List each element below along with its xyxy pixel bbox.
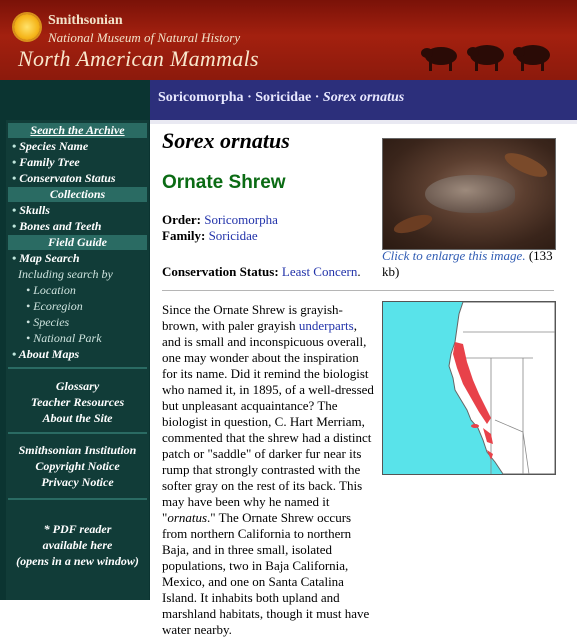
- sidebar-link-smithsonian[interactable]: Smithsonian Institution: [8, 442, 147, 458]
- content-divider: [162, 290, 554, 291]
- breadcrumb-separator: ·: [243, 90, 256, 105]
- scientific-name-heading: Sorex ornatus: [162, 128, 290, 153]
- shrew-photo[interactable]: [382, 138, 556, 250]
- leaf-shape: [391, 211, 435, 237]
- description-text: ." The Ornate Shrew occurs from northern…: [162, 510, 370, 637]
- sidebar-sub-item-label: Location: [33, 283, 76, 297]
- photo-caption: Click to enlarge this image. (133 kb): [382, 248, 557, 280]
- sidebar-divider: [8, 432, 147, 434]
- bullet-icon: •: [12, 251, 17, 265]
- species-description: Since the Ornate Shrew is grayish-brown,…: [162, 302, 374, 638]
- sidebar-item-label: Family Tree: [19, 155, 80, 169]
- sidebar-item-label: Map Search: [19, 251, 80, 265]
- conservation-label: Conservation Status:: [162, 264, 279, 279]
- conservation-link[interactable]: Least Concern: [282, 264, 357, 279]
- sidebar-divider: [8, 367, 147, 369]
- conservation-status: Conservation Status: Least Concern.: [162, 264, 361, 280]
- sidebar-search-archive-link[interactable]: Search the Archive: [8, 123, 147, 138]
- bullet-icon: •: [12, 171, 17, 185]
- sidebar-including-note: Including search by: [18, 267, 113, 281]
- taxonomy-facts: Order: Soricomorpha Family: Soricidae: [162, 212, 278, 244]
- sidebar-item-label: Skulls: [19, 203, 50, 217]
- enlarge-image-link[interactable]: Click to enlarge this image.: [382, 248, 526, 263]
- common-name-heading: Ornate Shrew: [162, 172, 286, 193]
- bullet-icon: •: [12, 219, 17, 233]
- site-title: North American Mammals: [18, 46, 259, 71]
- bullet-icon: •: [12, 155, 17, 169]
- smithsonian-sun-logo-icon: [14, 14, 40, 40]
- sidebar-heading-field-guide: Field Guide: [8, 235, 147, 250]
- breadcrumb: Soricomorpha · Soricidae · Sorex ornatus: [150, 80, 577, 120]
- bullet-icon: •: [12, 203, 17, 217]
- order-label: Order:: [162, 212, 201, 227]
- sidebar-item-about-maps[interactable]: • About Maps: [12, 347, 79, 362]
- sidebar-item-skulls[interactable]: • Skulls: [12, 203, 50, 218]
- sidebar-heading-collections: Collections: [8, 187, 147, 202]
- breadcrumb-separator: ·: [311, 90, 323, 105]
- family-link[interactable]: Soricidae: [209, 228, 258, 243]
- sidebar: Search the Archive • Species Name • Fami…: [0, 80, 150, 600]
- institution-name: Smithsonian: [48, 13, 123, 28]
- sidebar-item-conservation-status[interactable]: • Conservaton Status: [12, 171, 116, 186]
- range-map-graphic: [448, 302, 555, 474]
- sidebar-link-teacher-resources[interactable]: Teacher Resources: [8, 394, 147, 410]
- sidebar-item-map-search[interactable]: • Map Search: [12, 251, 80, 266]
- bullet-icon: •: [26, 283, 31, 297]
- muskox-silhouettes-icon: [421, 45, 550, 71]
- sidebar-link-about-site[interactable]: About the Site: [8, 410, 147, 426]
- bullet-icon: •: [12, 347, 17, 361]
- main-content: Sorex ornatus Ornate Shrew Order: Sorico…: [156, 124, 571, 637]
- pdf-reader-window-note: (opens in a new window): [16, 554, 139, 568]
- pdf-reader-note: * PDF reader: [43, 522, 112, 536]
- breadcrumb-family-link[interactable]: Soricidae: [255, 90, 311, 105]
- sidebar-sub-item-label: Species: [33, 315, 70, 329]
- sidebar-item-bones-and-teeth[interactable]: • Bones and Teeth: [12, 219, 101, 234]
- sidebar-divider: [8, 498, 147, 500]
- bullet-icon: •: [26, 315, 31, 329]
- breadcrumb-text: Soricomorpha · Soricidae · Sorex ornatus: [158, 90, 404, 106]
- site-banner[interactable]: Smithsonian National Museum of Natural H…: [0, 0, 577, 80]
- order-link[interactable]: Soricomorpha: [204, 212, 278, 227]
- family-label: Family:: [162, 228, 206, 243]
- bullet-icon: •: [26, 331, 31, 345]
- period: .: [357, 264, 361, 279]
- sidebar-sub-item-ecoregion[interactable]: • Ecoregion: [26, 299, 83, 314]
- breadcrumb-species: Sorex ornatus: [322, 90, 405, 105]
- sidebar-sub-item-label: Ecoregion: [33, 299, 83, 313]
- shrew-figure: [425, 175, 515, 213]
- sidebar-item-label: Species Name: [19, 139, 89, 153]
- sidebar-sub-item-label: National Park: [33, 331, 102, 345]
- species-epithet: ornatus: [167, 510, 208, 525]
- pdf-reader-link[interactable]: available here: [8, 537, 147, 553]
- sidebar-link-glossary[interactable]: Glossary: [8, 378, 147, 394]
- sidebar-item-species-name[interactable]: • Species Name: [12, 139, 88, 154]
- sidebar-item-label: Bones and Teeth: [19, 219, 102, 233]
- sidebar-item-label: About Maps: [18, 347, 80, 361]
- sidebar-sub-item-location[interactable]: • Location: [26, 283, 76, 298]
- sidebar-link-copyright[interactable]: Copyright Notice: [8, 458, 147, 474]
- description-text: , and is small and inconspicuous overall…: [162, 318, 374, 525]
- bullet-icon: •: [26, 299, 31, 313]
- sidebar-link-privacy[interactable]: Privacy Notice: [8, 474, 147, 490]
- bullet-icon: •: [12, 139, 17, 153]
- museum-name: National Museum of Natural History: [48, 30, 241, 45]
- sidebar-item-label: Conservaton Status: [19, 171, 116, 185]
- underparts-glossary-link[interactable]: underparts: [299, 318, 354, 333]
- breadcrumb-order-link[interactable]: Soricomorpha: [158, 90, 244, 105]
- range-map[interactable]: [382, 301, 556, 475]
- leaf-shape: [501, 148, 551, 182]
- sidebar-sub-item-national-park[interactable]: • National Park: [26, 331, 102, 346]
- sidebar-sub-item-species[interactable]: • Species: [26, 315, 69, 330]
- sidebar-item-family-tree[interactable]: • Family Tree: [12, 155, 80, 170]
